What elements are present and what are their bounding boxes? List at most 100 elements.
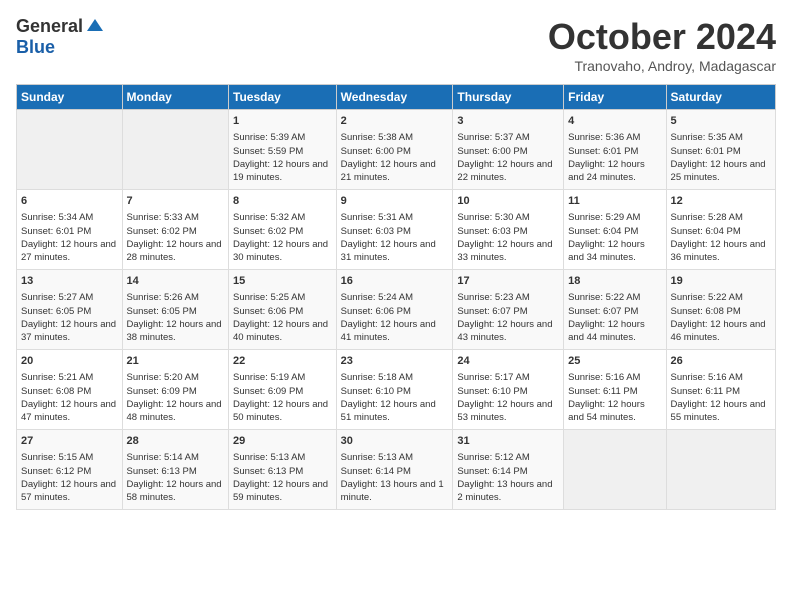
day-number: 18 [568,274,661,289]
month-title: October 2024 [548,16,776,58]
sunrise-text: Sunrise: 5:36 AM [568,131,661,144]
day-number: 2 [341,114,449,129]
day-number: 1 [233,114,332,129]
table-row: 2Sunrise: 5:38 AMSunset: 6:00 PMDaylight… [336,110,453,190]
table-row [564,430,666,510]
table-row: 15Sunrise: 5:25 AMSunset: 6:06 PMDayligh… [229,270,337,350]
day-number: 5 [671,114,771,129]
daylight-text: Daylight: 12 hours and 46 minutes. [671,318,771,345]
daylight-text: Daylight: 13 hours and 1 minute. [341,478,449,505]
sunrise-text: Sunrise: 5:34 AM [21,211,118,224]
page-header: General Blue October 2024 Tranovaho, And… [16,16,776,74]
day-number: 6 [21,194,118,209]
sunset-text: Sunset: 6:12 PM [21,465,118,478]
calendar-week-4: 20Sunrise: 5:21 AMSunset: 6:08 PMDayligh… [17,350,776,430]
sunset-text: Sunset: 6:00 PM [457,145,559,158]
day-number: 15 [233,274,332,289]
header-tuesday: Tuesday [229,85,337,110]
sunset-text: Sunset: 6:03 PM [341,225,449,238]
day-number: 22 [233,354,332,369]
logo-blue-text: Blue [16,37,55,58]
table-row: 10Sunrise: 5:30 AMSunset: 6:03 PMDayligh… [453,190,564,270]
calendar-header-row: Sunday Monday Tuesday Wednesday Thursday… [17,85,776,110]
daylight-text: Daylight: 12 hours and 34 minutes. [568,238,661,265]
calendar-table: Sunday Monday Tuesday Wednesday Thursday… [16,84,776,510]
sunset-text: Sunset: 6:02 PM [127,225,224,238]
daylight-text: Daylight: 12 hours and 48 minutes. [127,398,224,425]
sunrise-text: Sunrise: 5:18 AM [341,371,449,384]
table-row: 18Sunrise: 5:22 AMSunset: 6:07 PMDayligh… [564,270,666,350]
sunset-text: Sunset: 6:05 PM [127,305,224,318]
header-wednesday: Wednesday [336,85,453,110]
sunrise-text: Sunrise: 5:35 AM [671,131,771,144]
logo-icon [85,17,105,37]
table-row: 16Sunrise: 5:24 AMSunset: 6:06 PMDayligh… [336,270,453,350]
sunset-text: Sunset: 6:07 PM [568,305,661,318]
table-row: 14Sunrise: 5:26 AMSunset: 6:05 PMDayligh… [122,270,228,350]
sunrise-text: Sunrise: 5:26 AM [127,291,224,304]
daylight-text: Daylight: 12 hours and 53 minutes. [457,398,559,425]
table-row: 24Sunrise: 5:17 AMSunset: 6:10 PMDayligh… [453,350,564,430]
sunset-text: Sunset: 6:00 PM [341,145,449,158]
daylight-text: Daylight: 12 hours and 28 minutes. [127,238,224,265]
calendar-week-5: 27Sunrise: 5:15 AMSunset: 6:12 PMDayligh… [17,430,776,510]
sunrise-text: Sunrise: 5:24 AM [341,291,449,304]
header-friday: Friday [564,85,666,110]
table-row: 3Sunrise: 5:37 AMSunset: 6:00 PMDaylight… [453,110,564,190]
day-number: 31 [457,434,559,449]
sunset-text: Sunset: 6:09 PM [127,385,224,398]
day-number: 30 [341,434,449,449]
sunrise-text: Sunrise: 5:21 AM [21,371,118,384]
sunrise-text: Sunrise: 5:25 AM [233,291,332,304]
daylight-text: Daylight: 12 hours and 55 minutes. [671,398,771,425]
daylight-text: Daylight: 12 hours and 50 minutes. [233,398,332,425]
sunrise-text: Sunrise: 5:15 AM [21,451,118,464]
table-row: 19Sunrise: 5:22 AMSunset: 6:08 PMDayligh… [666,270,775,350]
sunrise-text: Sunrise: 5:38 AM [341,131,449,144]
day-number: 26 [671,354,771,369]
sunrise-text: Sunrise: 5:12 AM [457,451,559,464]
day-number: 12 [671,194,771,209]
sunset-text: Sunset: 6:01 PM [568,145,661,158]
sunrise-text: Sunrise: 5:33 AM [127,211,224,224]
sunset-text: Sunset: 6:01 PM [21,225,118,238]
sunrise-text: Sunrise: 5:13 AM [233,451,332,464]
sunset-text: Sunset: 6:04 PM [568,225,661,238]
sunrise-text: Sunrise: 5:20 AM [127,371,224,384]
table-row: 30Sunrise: 5:13 AMSunset: 6:14 PMDayligh… [336,430,453,510]
daylight-text: Daylight: 12 hours and 57 minutes. [21,478,118,505]
table-row: 9Sunrise: 5:31 AMSunset: 6:03 PMDaylight… [336,190,453,270]
daylight-text: Daylight: 12 hours and 33 minutes. [457,238,559,265]
table-row: 27Sunrise: 5:15 AMSunset: 6:12 PMDayligh… [17,430,123,510]
daylight-text: Daylight: 12 hours and 22 minutes. [457,158,559,185]
sunset-text: Sunset: 5:59 PM [233,145,332,158]
day-number: 29 [233,434,332,449]
daylight-text: Daylight: 12 hours and 47 minutes. [21,398,118,425]
table-row: 25Sunrise: 5:16 AMSunset: 6:11 PMDayligh… [564,350,666,430]
header-sunday: Sunday [17,85,123,110]
sunset-text: Sunset: 6:14 PM [457,465,559,478]
daylight-text: Daylight: 13 hours and 2 minutes. [457,478,559,505]
daylight-text: Daylight: 12 hours and 38 minutes. [127,318,224,345]
daylight-text: Daylight: 12 hours and 59 minutes. [233,478,332,505]
sunset-text: Sunset: 6:04 PM [671,225,771,238]
day-number: 23 [341,354,449,369]
title-area: October 2024 Tranovaho, Androy, Madagasc… [548,16,776,74]
sunset-text: Sunset: 6:11 PM [568,385,661,398]
location-subtitle: Tranovaho, Androy, Madagascar [548,58,776,74]
sunrise-text: Sunrise: 5:16 AM [568,371,661,384]
daylight-text: Daylight: 12 hours and 27 minutes. [21,238,118,265]
sunrise-text: Sunrise: 5:17 AM [457,371,559,384]
calendar-week-1: 1Sunrise: 5:39 AMSunset: 5:59 PMDaylight… [17,110,776,190]
table-row: 8Sunrise: 5:32 AMSunset: 6:02 PMDaylight… [229,190,337,270]
sunrise-text: Sunrise: 5:22 AM [671,291,771,304]
table-row [666,430,775,510]
day-number: 25 [568,354,661,369]
daylight-text: Daylight: 12 hours and 37 minutes. [21,318,118,345]
header-saturday: Saturday [666,85,775,110]
sunrise-text: Sunrise: 5:27 AM [21,291,118,304]
sunrise-text: Sunrise: 5:29 AM [568,211,661,224]
table-row: 1Sunrise: 5:39 AMSunset: 5:59 PMDaylight… [229,110,337,190]
day-number: 24 [457,354,559,369]
table-row [122,110,228,190]
